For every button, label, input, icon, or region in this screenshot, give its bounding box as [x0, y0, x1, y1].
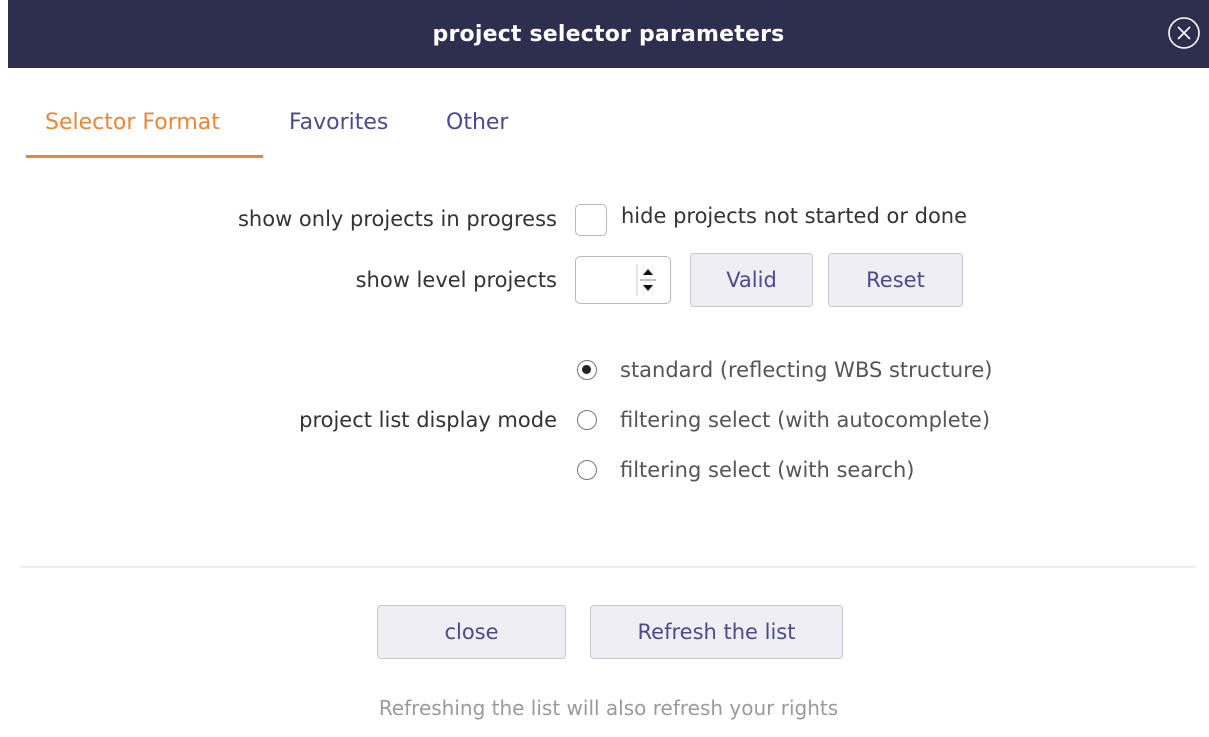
display-mode-label: project list display mode [299, 408, 557, 432]
tab-bar: Selector Format Favorites Other [26, 100, 546, 160]
radio-label-standard: standard (reflecting WBS structure) [620, 358, 993, 382]
radio-option-search[interactable]: filtering select (with search) [577, 450, 914, 490]
hide-projects-checkbox-label: hide projects not started or done [621, 204, 968, 228]
radio-button[interactable] [577, 460, 597, 480]
footer-divider [20, 566, 1196, 568]
radio-option-standard[interactable]: standard (reflecting WBS structure) [577, 350, 992, 390]
valid-button[interactable]: Valid [690, 253, 813, 307]
in-progress-label: show only projects in progress [237, 207, 557, 231]
close-button[interactable]: close [377, 605, 566, 659]
radio-button-checked[interactable] [577, 360, 597, 380]
tab-selector-format[interactable]: Selector Format [45, 100, 220, 156]
tab-favorites[interactable]: Favorites [289, 100, 388, 156]
dialog-titlebar: project selector parameters [8, 0, 1209, 68]
refresh-note: Refreshing the list will also refresh yo… [378, 696, 839, 720]
dialog-title: project selector parameters [432, 21, 785, 47]
close-circle-icon[interactable] [1167, 16, 1201, 50]
level-projects-input[interactable] [582, 263, 636, 299]
refresh-list-button[interactable]: Refresh the list [590, 605, 843, 659]
radio-option-autocomplete[interactable]: filtering select (with autocomplete) [577, 400, 990, 440]
radio-button[interactable] [577, 410, 597, 430]
tab-other[interactable]: Other [446, 100, 508, 156]
level-projects-stepper [575, 256, 671, 304]
level-projects-label: show level projects [355, 268, 557, 292]
active-tab-indicator [26, 155, 263, 158]
stepper-arrows-icon[interactable] [636, 263, 660, 297]
hide-projects-checkbox[interactable] [575, 204, 607, 236]
radio-label-search: filtering select (with search) [620, 458, 915, 482]
radio-label-autocomplete: filtering select (with autocomplete) [620, 408, 991, 432]
reset-button[interactable]: Reset [828, 253, 963, 307]
